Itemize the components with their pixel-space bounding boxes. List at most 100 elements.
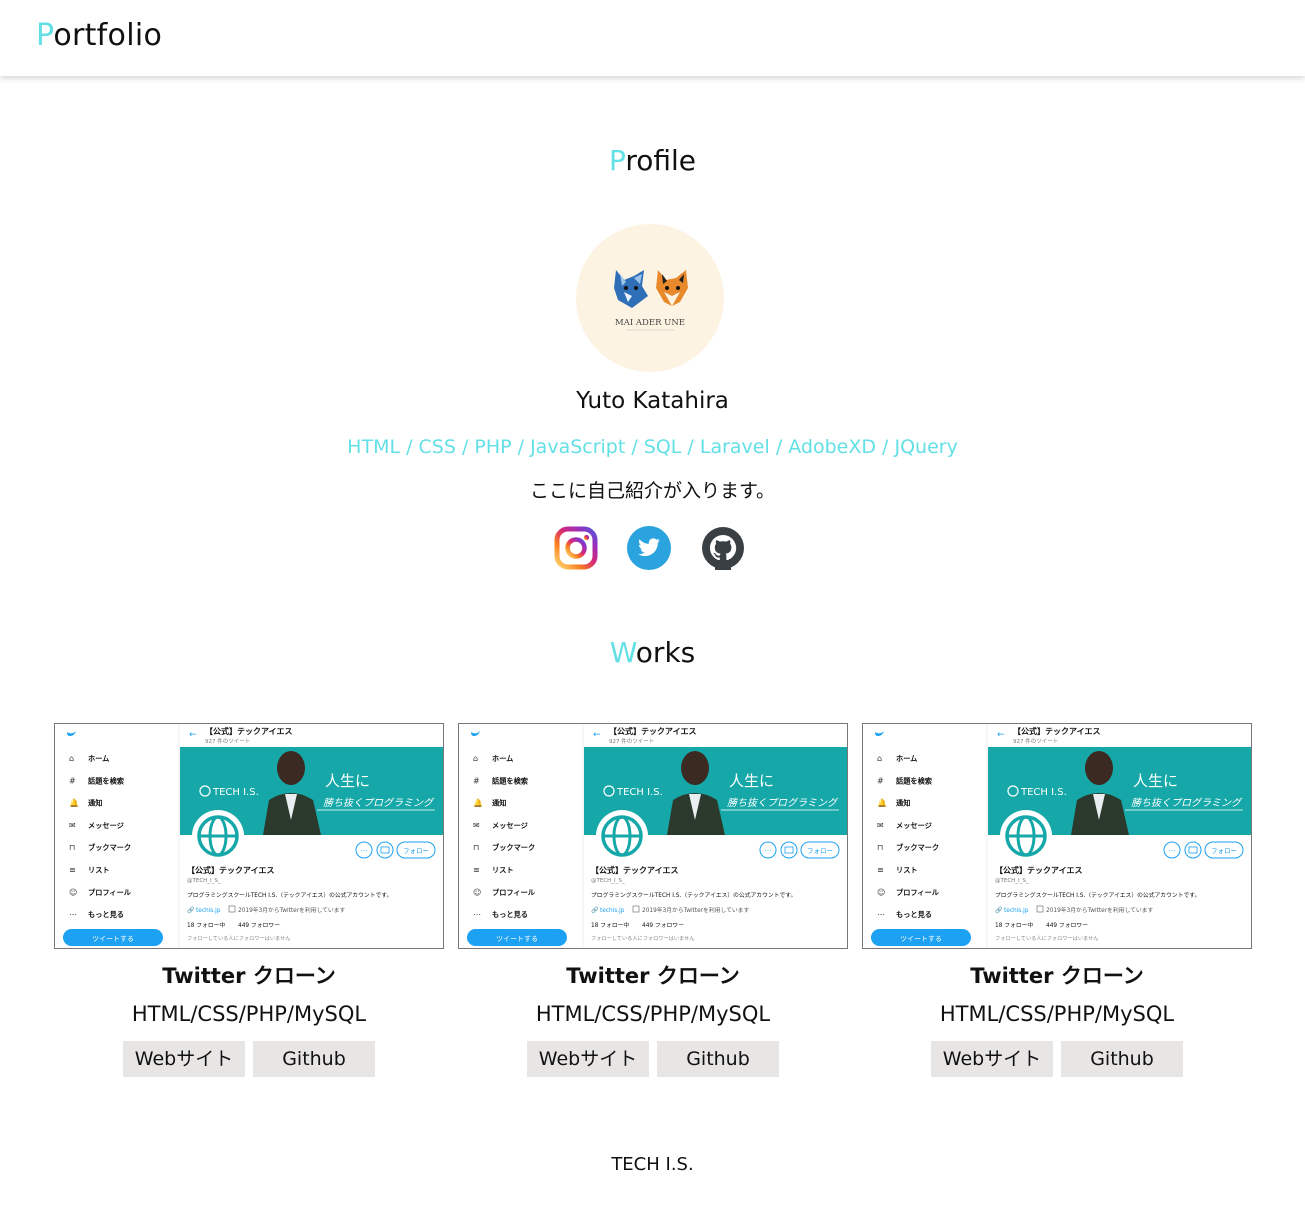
svg-text:ブックマーク: ブックマーク bbox=[896, 843, 939, 852]
svg-text:2019年3月からTwitterを利用しています: 2019年3月からTwitterを利用しています bbox=[1046, 906, 1153, 914]
work-thumbnail[interactable]: ⌂ ホーム # 話題を検索 🔔 通知 ✉ メッセージ ⊓ ブックマーク ≡ リスト ☺ プロフィール ⋯ もっ… bbox=[54, 723, 444, 949]
site-logo[interactable]: Portfolio bbox=[36, 18, 162, 53]
svg-text:【公式】テックアイエス: 【公式】テックアイエス bbox=[187, 865, 275, 875]
github-button[interactable]: Github bbox=[1061, 1041, 1183, 1077]
svg-text:もっと見る: もっと見る bbox=[88, 910, 124, 919]
svg-text:⋯: ⋯ bbox=[69, 910, 77, 919]
svg-text:ホーム: ホーム bbox=[896, 754, 917, 763]
svg-text:ツイートする: ツイートする bbox=[496, 935, 538, 943]
svg-text:@TECH_I_S_: @TECH_I_S_ bbox=[591, 878, 625, 884]
svg-text:【公式】テックアイエス: 【公式】テックアイエス bbox=[609, 726, 697, 736]
svg-text:#: # bbox=[473, 776, 480, 785]
svg-text:人生に: 人生に bbox=[1133, 772, 1178, 790]
svg-text:2019年3月からTwitterを利用しています: 2019年3月からTwitterを利用しています bbox=[642, 906, 749, 914]
svg-text:【公式】テックアイエス: 【公式】テックアイエス bbox=[1013, 726, 1101, 736]
work-tech-stack: HTML/CSS/PHP/MySQL bbox=[131, 1002, 367, 1026]
svg-text:≡: ≡ bbox=[877, 866, 884, 875]
website-button[interactable]: Webサイト bbox=[123, 1041, 245, 1077]
svg-text:通知: 通知 bbox=[492, 799, 506, 808]
github-icon bbox=[702, 527, 744, 570]
svg-text:⌂: ⌂ bbox=[473, 754, 478, 763]
svg-text:···: ··· bbox=[765, 847, 772, 855]
svg-text:927 件のツイート: 927 件のツイート bbox=[609, 737, 654, 745]
svg-text:【公式】テックアイエス: 【公式】テックアイエス bbox=[995, 865, 1083, 875]
svg-text:⌂: ⌂ bbox=[69, 754, 74, 763]
svg-text:@TECH_I_S_: @TECH_I_S_ bbox=[187, 878, 221, 884]
site-header: Portfolio bbox=[0, 0, 1305, 76]
svg-text:メッセージ: メッセージ bbox=[88, 821, 124, 830]
svg-text:techis.jp: techis.jp bbox=[196, 908, 221, 914]
svg-text:#: # bbox=[877, 776, 884, 785]
svg-text:⌂: ⌂ bbox=[877, 754, 882, 763]
svg-text:✉: ✉ bbox=[877, 821, 884, 830]
svg-text:もっと見る: もっと見る bbox=[896, 910, 932, 919]
svg-text:ブックマーク: ブックマーク bbox=[88, 843, 131, 852]
svg-text:TECH I.S.: TECH I.S. bbox=[1020, 787, 1067, 798]
website-button[interactable]: Webサイト bbox=[527, 1041, 649, 1077]
svg-text:プログラミングスクールTECH I.S.（テックアイエス）の: プログラミングスクールTECH I.S.（テックアイエス）の公式アカウントです。 bbox=[995, 891, 1200, 899]
svg-text:プロフィール: プロフィール bbox=[492, 888, 536, 897]
svg-text:ツイートする: ツイートする bbox=[900, 935, 942, 943]
profile-skills: HTML / CSS / PHP / JavaScript / SQL / La… bbox=[347, 436, 958, 458]
svg-text:フォロー: フォロー bbox=[807, 847, 833, 855]
profile-intro: ここに自己紹介が入ります。 bbox=[529, 480, 776, 502]
profile-heading-accent: P bbox=[608, 144, 626, 177]
svg-text:人生に: 人生に bbox=[729, 772, 774, 790]
svg-text:フォローしている人にフォロワーはいません: フォローしている人にフォロワーはいません bbox=[591, 935, 694, 942]
work-thumbnail[interactable]: ⌂ ホーム # 話題を検索 🔔 通知 ✉ メッセージ ⊓ ブックマーク ≡ リスト ☺ プロフィール ⋯ もっ… bbox=[862, 723, 1252, 949]
github-link[interactable] bbox=[701, 526, 745, 570]
works-heading-text: orks bbox=[635, 636, 696, 669]
svg-text:通知: 通知 bbox=[88, 799, 102, 808]
work-thumbnail[interactable]: ⌂ ホーム # 話題を検索 🔔 通知 ✉ メッセージ ⊓ ブックマーク ≡ リスト ☺ プロフィール ⋯ もっ… bbox=[458, 723, 848, 949]
svg-text:···: ··· bbox=[1169, 847, 1176, 855]
svg-text:もっと見る: もっと見る bbox=[492, 910, 528, 919]
website-button[interactable]: Webサイト bbox=[931, 1041, 1053, 1077]
svg-text:⊓: ⊓ bbox=[69, 843, 75, 852]
svg-text:927 件のツイート: 927 件のツイート bbox=[1013, 737, 1058, 745]
svg-text:⋯: ⋯ bbox=[877, 910, 885, 919]
profile-heading-text: rofile bbox=[625, 144, 697, 177]
instagram-link[interactable] bbox=[554, 526, 598, 570]
svg-text:人生に: 人生に bbox=[325, 772, 370, 790]
svg-text:メッセージ: メッセージ bbox=[492, 821, 528, 830]
svg-text:18 フォロー中: 18 フォロー中 bbox=[591, 921, 629, 929]
svg-text:フォローしている人にフォロワーはいません: フォローしている人にフォロワーはいません bbox=[995, 935, 1098, 942]
svg-text:勝ち抜くプログラミング: 勝ち抜くプログラミング bbox=[727, 797, 839, 809]
svg-text:話題を検索: 話題を検索 bbox=[88, 776, 124, 785]
svg-text:✉: ✉ bbox=[473, 821, 480, 830]
svg-text:フォロー: フォロー bbox=[1211, 847, 1237, 855]
svg-text:···: ··· bbox=[361, 847, 368, 855]
twitter-link[interactable] bbox=[627, 526, 671, 570]
svg-text:プログラミングスクールTECH I.S.（テックアイエス）の: プログラミングスクールTECH I.S.（テックアイエス）の公式アカウントです。 bbox=[591, 891, 796, 899]
svg-text:techis.jp: techis.jp bbox=[1004, 908, 1029, 914]
avatar-fox-logo: MAI ADER UNE bbox=[614, 270, 688, 331]
svg-text:プロフィール: プロフィール bbox=[88, 888, 132, 897]
svg-text:🔗: 🔗 bbox=[187, 906, 195, 914]
avatar: MAI ADER UNE bbox=[576, 224, 724, 372]
svg-text:【公式】テックアイエス: 【公式】テックアイエス bbox=[591, 865, 679, 875]
svg-text:#: # bbox=[69, 776, 76, 785]
svg-text:勝ち抜くプログラミング: 勝ち抜くプログラミング bbox=[1131, 797, 1243, 809]
svg-text:←: ← bbox=[997, 730, 1005, 740]
svg-text:TECH I.S.: TECH I.S. bbox=[616, 787, 663, 798]
svg-text:≡: ≡ bbox=[69, 866, 76, 875]
svg-text:🔔: 🔔 bbox=[473, 799, 483, 808]
svg-text:≡: ≡ bbox=[473, 866, 480, 875]
svg-text:プロフィール: プロフィール bbox=[896, 888, 940, 897]
github-button[interactable]: Github bbox=[657, 1041, 779, 1077]
instagram-icon bbox=[554, 526, 598, 570]
svg-text:勝ち抜くプログラミング: 勝ち抜くプログラミング bbox=[323, 797, 435, 809]
svg-text:🔔: 🔔 bbox=[69, 799, 79, 808]
logo-accent-letter: P bbox=[36, 18, 54, 53]
svg-text:フォローしている人にフォロワーはいません: フォローしている人にフォロワーはいません bbox=[187, 935, 290, 942]
svg-text:ホーム: ホーム bbox=[492, 754, 513, 763]
svg-text:☺: ☺ bbox=[877, 888, 885, 897]
svg-text:⋯: ⋯ bbox=[473, 910, 481, 919]
github-button[interactable]: Github bbox=[253, 1041, 375, 1077]
svg-text:18 フォロー中: 18 フォロー中 bbox=[995, 921, 1033, 929]
svg-text:449 フォロワー: 449 フォロワー bbox=[238, 922, 280, 929]
svg-text:ツイートする: ツイートする bbox=[92, 935, 134, 943]
work-title: Twitter クローン bbox=[162, 964, 336, 988]
work-title: Twitter クローン bbox=[970, 964, 1144, 988]
svg-text:☺: ☺ bbox=[69, 888, 77, 897]
